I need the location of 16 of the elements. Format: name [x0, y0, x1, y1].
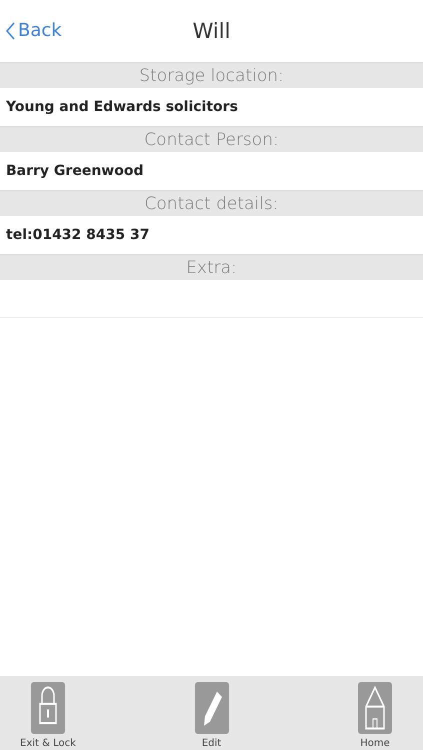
tab-button[interactable]: Home — [339, 682, 411, 750]
pencil-icon — [194, 682, 228, 734]
tab-button[interactable]: Edit — [176, 682, 248, 750]
chevron-left-icon — [6, 22, 15, 40]
back-button[interactable]: Back — [4, 18, 64, 43]
section-heading: Contact Person: — [144, 129, 279, 152]
tab-button[interactable]: Exit & Lock — [12, 682, 84, 750]
house-icon — [358, 682, 392, 734]
field-value: Barry Greenwood — [6, 163, 144, 179]
section-heading: Storage location: — [139, 65, 284, 88]
field-value: tel:01432 8435 37 — [6, 227, 150, 243]
field-value: Young and Edwards solicitors — [6, 99, 238, 115]
section-heading: Extra: — [186, 257, 237, 280]
lock-icon — [31, 682, 65, 734]
screen-title: Will — [192, 19, 230, 43]
section-heading: Contact details: — [144, 193, 278, 216]
